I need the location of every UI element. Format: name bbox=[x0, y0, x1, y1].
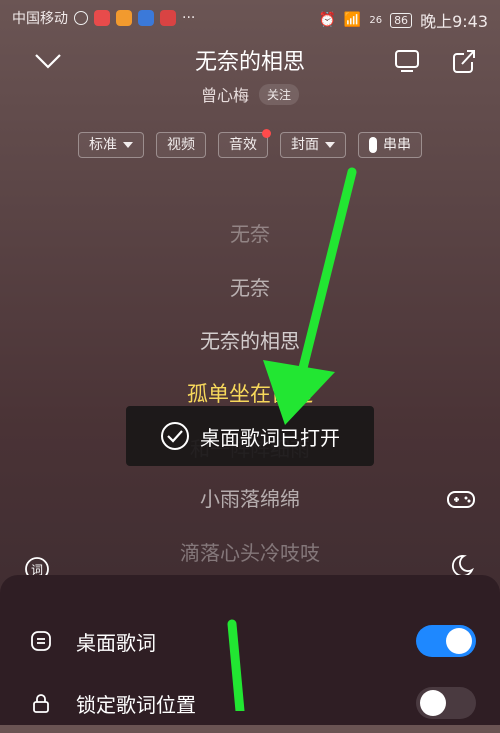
dropdown-arrow-icon bbox=[325, 142, 335, 148]
chuan-chip[interactable]: 串串 bbox=[358, 132, 422, 158]
toast-text: 桌面歌词已打开 bbox=[200, 425, 340, 450]
video-label: 视频 bbox=[167, 137, 195, 153]
new-badge-dot bbox=[262, 129, 271, 138]
music-app-icon bbox=[160, 10, 176, 26]
current-lyric-line: 孤单坐在窗边 bbox=[187, 382, 313, 406]
quality-chip[interactable]: 标准 bbox=[78, 132, 144, 158]
device-icon[interactable] bbox=[394, 48, 420, 74]
option-chips: 标准 视频 音效 封面 串串 bbox=[0, 129, 500, 158]
chuan-label: 串串 bbox=[383, 137, 411, 153]
desktop-lyrics-toggle[interactable] bbox=[416, 625, 476, 657]
lock-position-label: 锁定歌词位置 bbox=[76, 692, 196, 717]
map-pin-icon bbox=[94, 10, 110, 26]
song-title: 无奈的相思 bbox=[194, 50, 305, 75]
desktop-lyrics-label: 桌面歌词 bbox=[76, 630, 156, 655]
toggle-knob bbox=[420, 690, 446, 716]
lock-position-toggle[interactable] bbox=[416, 687, 476, 719]
quality-label: 标准 bbox=[89, 137, 117, 153]
share-icon[interactable] bbox=[452, 48, 478, 74]
video-chip[interactable]: 视频 bbox=[156, 132, 206, 158]
effect-label: 音效 bbox=[229, 137, 257, 153]
cover-label: 封面 bbox=[291, 137, 319, 153]
more-notifications-icon: ··· bbox=[182, 10, 196, 26]
desktop-lyrics-row[interactable]: 桌面歌词 bbox=[0, 611, 500, 671]
toast-message: 桌面歌词已打开 bbox=[126, 406, 374, 466]
effect-chip[interactable]: 音效 bbox=[218, 129, 271, 158]
game-controller-icon[interactable] bbox=[446, 484, 476, 514]
alarm-icon: ⏰ bbox=[318, 12, 336, 28]
status-bar: 中国移动 ··· ⏰ 📶 26 86 晚上9:43 bbox=[0, 0, 500, 34]
lyric-line: 无奈 bbox=[230, 222, 270, 246]
lyric-line: 小雨落绵绵 bbox=[200, 487, 300, 511]
follow-button[interactable]: 关注 bbox=[259, 83, 300, 105]
artist-name[interactable]: 曾心梅 bbox=[201, 82, 249, 106]
app-blue-icon bbox=[138, 10, 154, 26]
dropdown-arrow-icon bbox=[123, 142, 133, 148]
clock: 晚上9:43 bbox=[420, 12, 488, 31]
check-circle-icon bbox=[161, 422, 189, 450]
chuan-icon bbox=[369, 137, 377, 153]
lyrics-settings-sheet: 桌面歌词 锁定歌词位置 bbox=[0, 575, 500, 725]
video-app-icon bbox=[116, 10, 132, 26]
lock-position-row[interactable]: 锁定歌词位置 bbox=[0, 673, 500, 733]
wifi-icon: 📶 bbox=[343, 12, 362, 28]
toggle-knob bbox=[446, 628, 472, 654]
app-k-icon bbox=[74, 11, 88, 25]
lyric-line: 无奈的相思 bbox=[200, 329, 300, 353]
cover-chip[interactable]: 封面 bbox=[280, 132, 346, 158]
lyric-line: 滴落心头冷吱吱 bbox=[180, 541, 320, 565]
carrier-label: 中国移动 bbox=[12, 11, 68, 27]
desktop-lyrics-icon bbox=[31, 631, 51, 651]
network-label: 26 bbox=[369, 14, 383, 26]
battery-indicator: 86 bbox=[390, 12, 413, 28]
lyric-line: 无奈 bbox=[230, 276, 270, 300]
artist-row: 曾心梅 关注 bbox=[0, 82, 500, 106]
